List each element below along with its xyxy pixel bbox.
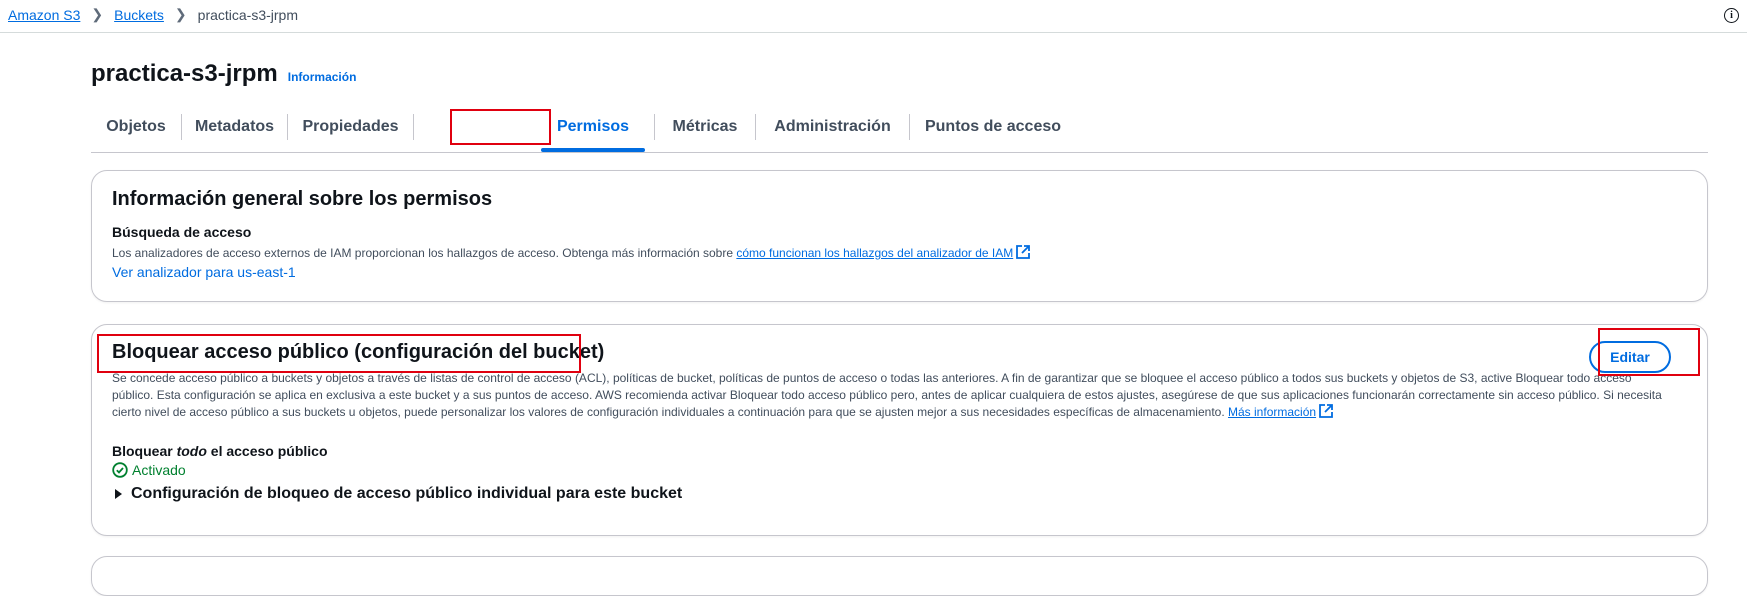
chevron-right-icon: ❯	[174, 6, 187, 22]
tab-metricas[interactable]: Métricas	[655, 114, 755, 140]
expander-label: Configuración de bloqueo de acceso públi…	[131, 485, 683, 502]
overview-description: Los analizadores de acceso externos de I…	[112, 245, 1031, 262]
status-indicator: Activado	[112, 462, 186, 478]
individual-settings-expander[interactable]: Configuración de bloqueo de acceso públi…	[115, 485, 682, 503]
tab-divider	[413, 114, 414, 140]
check-circle-icon	[112, 462, 128, 478]
breadcrumb-current: practica-s3-jrpm	[197, 6, 299, 23]
permissions-overview-card: Información general sobre los permisos B…	[91, 170, 1708, 302]
highlight-box-edit	[1598, 328, 1700, 376]
page-title: practica-s3-jrpm	[91, 60, 278, 87]
chevron-right-icon: ❯	[91, 6, 104, 22]
access-search-label: Búsqueda de acceso	[112, 224, 252, 240]
block-all-label-post: el acceso público	[206, 443, 328, 459]
tab-propiedades[interactable]: Propiedades	[288, 114, 413, 140]
tab-administracion[interactable]: Administración	[756, 114, 909, 140]
iam-findings-link[interactable]: cómo funcionan los hallazgos del analiza…	[736, 246, 1013, 260]
tab-puntos-de-acceso[interactable]: Puntos de acceso	[910, 114, 1076, 140]
tab-objetos[interactable]: Objetos	[91, 114, 181, 140]
view-analyzer-link[interactable]: Ver analizador para us-east-1	[112, 264, 296, 280]
block-all-label-em: todo	[176, 443, 207, 459]
info-link[interactable]: Información	[288, 70, 357, 84]
top-bar: Amazon S3 ❯ Buckets ❯ practica-s3-jrpm i	[0, 0, 1747, 33]
tab-permisos[interactable]: Permisos	[541, 114, 645, 140]
active-tab-indicator	[541, 148, 645, 152]
overview-desc-text: Los analizadores de acceso externos de I…	[112, 246, 734, 260]
info-icon[interactable]: i	[1724, 8, 1739, 23]
external-link-icon	[1319, 404, 1333, 418]
tab-bar: Objetos Metadatos Propiedades Permisos M…	[91, 102, 1708, 153]
highlight-box-permisos-tab	[450, 109, 551, 145]
block-all-label-pre: Bloquear	[112, 443, 177, 459]
breadcrumb-buckets[interactable]: Buckets	[114, 7, 164, 23]
next-card	[91, 556, 1708, 596]
block-desc-line-2: público. Esta configuración se aplica en…	[112, 388, 1662, 402]
highlight-box-title	[97, 334, 581, 373]
overview-title: Información general sobre los permisos	[112, 188, 493, 210]
tab-metadatos[interactable]: Metadatos	[182, 114, 287, 140]
page-header: practica-s3-jrpm Información	[91, 60, 356, 88]
caret-right-icon	[115, 489, 122, 499]
block-all-label: Bloquear todo el acceso público	[112, 443, 328, 459]
breadcrumb-amazon-s3[interactable]: Amazon S3	[8, 7, 80, 23]
block-public-access-description: Se concede acceso público a buckets y ob…	[112, 370, 1692, 421]
external-link-icon	[1016, 245, 1031, 259]
breadcrumb: Amazon S3 ❯ Buckets ❯ practica-s3-jrpm	[8, 6, 298, 23]
block-desc-line-3-text: cierto nivel de acceso público a sus buc…	[112, 405, 1225, 419]
block-desc-line-3: cierto nivel de acceso público a sus buc…	[112, 404, 1692, 421]
more-info-link[interactable]: Más información	[1228, 405, 1316, 419]
status-text: Activado	[132, 462, 186, 478]
